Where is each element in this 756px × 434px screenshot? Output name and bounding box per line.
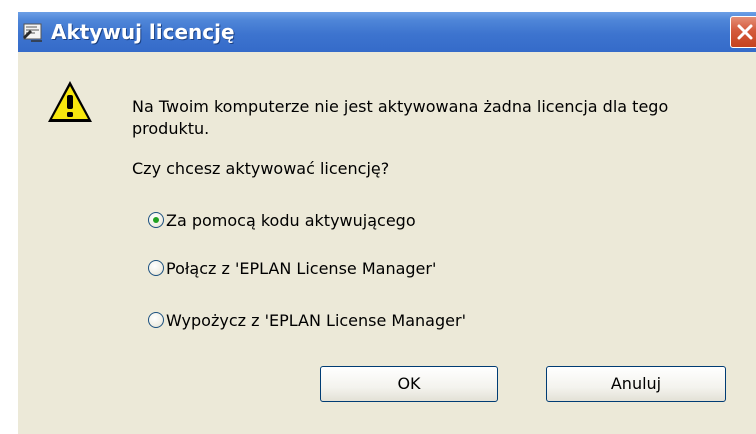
message-line-1: Na Twoim komputerze nie jest aktywowana …: [132, 97, 669, 116]
close-button[interactable]: [730, 16, 756, 48]
message-line-2: produktu.: [132, 119, 210, 138]
window-title: Aktywuj licencję: [51, 20, 235, 44]
warning-icon: [46, 78, 94, 126]
radio-selected-dot: [153, 217, 159, 223]
option-label[interactable]: Za pomocą kodu aktywującego: [166, 210, 416, 232]
option-label[interactable]: Wypożycz z 'EPLAN License Manager': [166, 310, 466, 332]
app-document-icon: [22, 21, 44, 43]
option-label[interactable]: Połącz z 'EPLAN License Manager': [166, 258, 436, 280]
title-bar[interactable]: Aktywuj licencję: [18, 12, 756, 52]
cancel-button[interactable]: Anuluj: [546, 366, 726, 402]
dialog-window: Aktywuj licencję Na Twoim komputerze nie…: [18, 12, 756, 434]
radio-button[interactable]: [148, 260, 164, 276]
question-text: Czy chcesz aktywować licencję?: [132, 159, 390, 178]
radio-button[interactable]: [148, 212, 164, 228]
close-icon: [737, 24, 753, 40]
ok-button[interactable]: OK: [320, 366, 498, 402]
radio-button[interactable]: [148, 312, 164, 328]
